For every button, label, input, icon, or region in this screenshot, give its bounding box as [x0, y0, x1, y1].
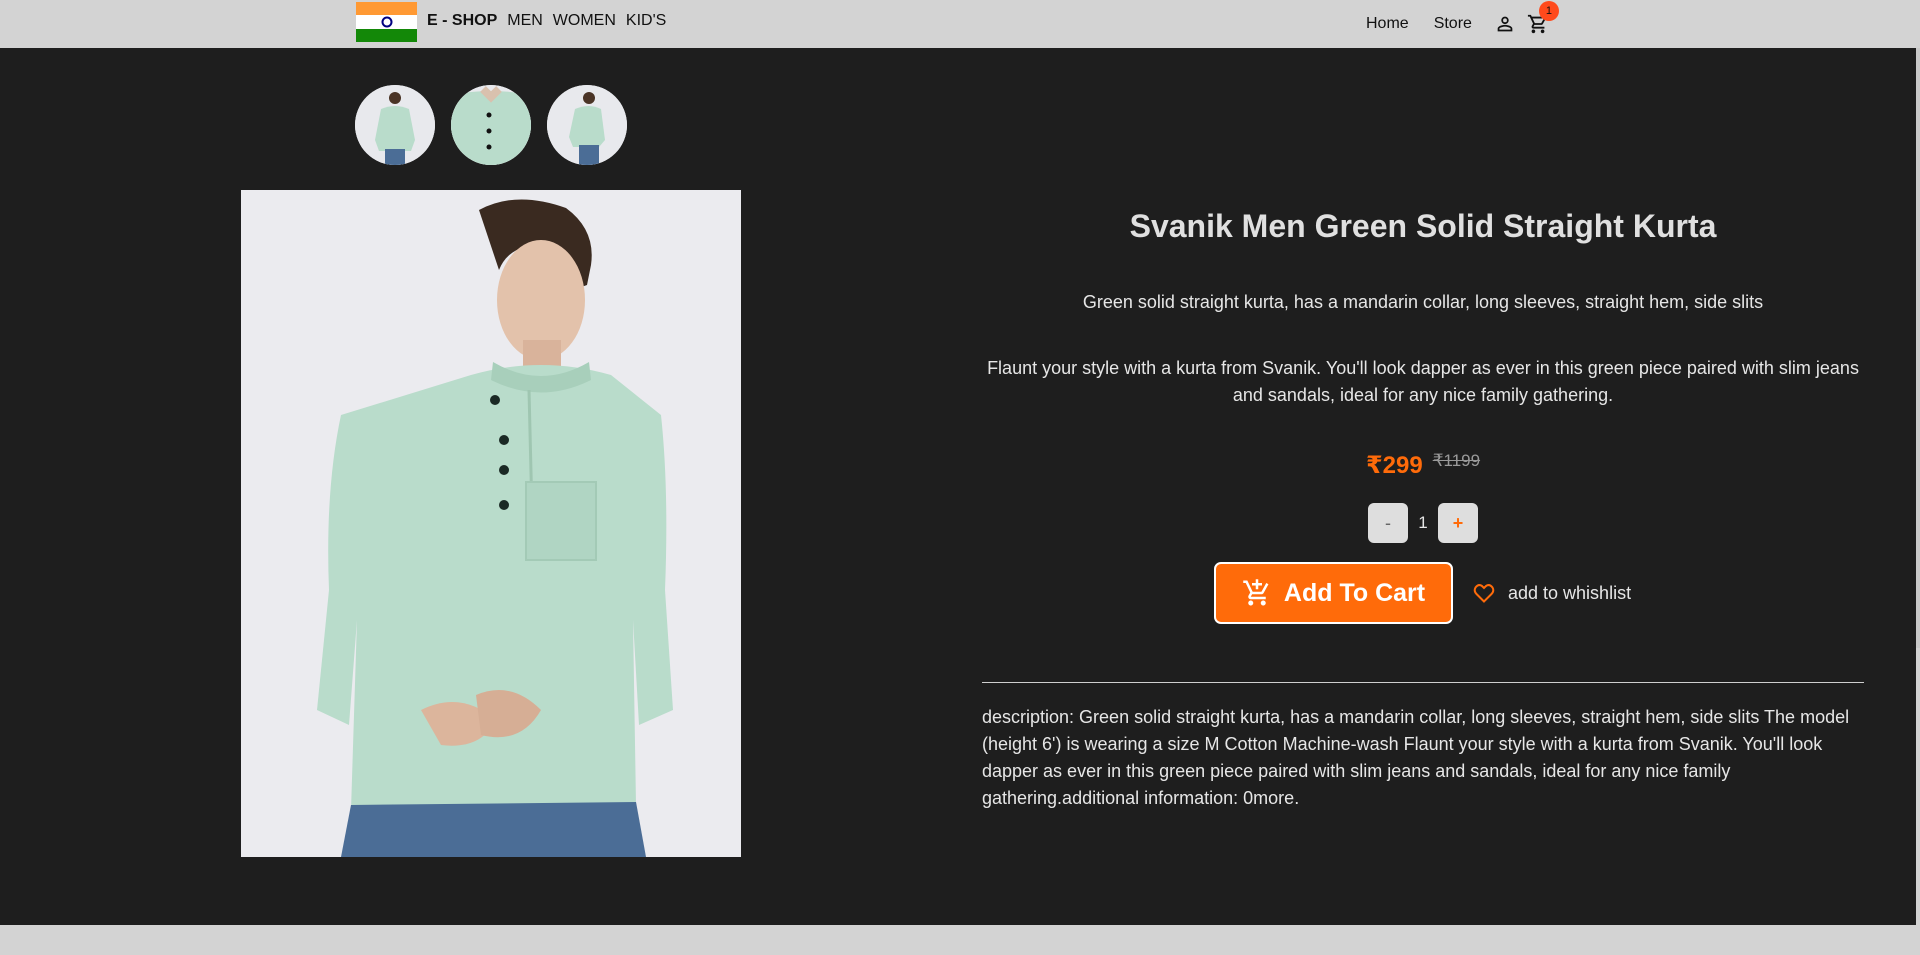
heart-icon [1473, 584, 1495, 603]
thumbnail-3[interactable] [547, 85, 627, 165]
original-price: ₹1199 [1432, 451, 1481, 470]
thumbnail-list [355, 85, 627, 165]
top-navbar: E - SHOP MEN WOMEN KID'S Home Store 1 [0, 0, 1920, 48]
product-title: Svanik Men Green Solid Straight Kurta [1129, 208, 1717, 244]
price-block: ₹299 ₹1199 [982, 451, 1864, 480]
product-page: Svanik Men Green Solid Straight Kurta Gr… [0, 48, 1916, 925]
product-full-description: description: Green solid straight kurta,… [982, 707, 1850, 808]
quantity-value: 1 [1418, 513, 1428, 532]
wishlist-button[interactable]: add to whishlist [1472, 581, 1631, 605]
add-cart-icon [1243, 579, 1269, 606]
wishlist-label: add to whishlist [1508, 582, 1632, 603]
thumbnail-2[interactable] [451, 85, 531, 165]
india-flag-logo[interactable] [356, 2, 417, 42]
quantity-stepper: - 1 + [982, 503, 1864, 543]
product-long-description: Flaunt your style with a kurta from Svan… [987, 358, 1859, 405]
product-short-description: Green solid straight kurta, has a mandar… [1082, 292, 1764, 312]
add-to-cart-button[interactable]: Add To Cart [1214, 562, 1453, 624]
increment-button[interactable]: + [1438, 503, 1478, 543]
product-main-image [241, 190, 741, 857]
nav-right: Home Store 1 [1366, 1, 1559, 35]
nav-categories: E - SHOP MEN WOMEN KID'S [427, 12, 666, 30]
page-scrollbar[interactable] [1916, 48, 1920, 648]
nav-women[interactable]: WOMEN [553, 12, 616, 30]
nav-store-link[interactable]: Store [1434, 15, 1472, 33]
cart-count-badge: 1 [1538, 1, 1559, 21]
nav-home-link[interactable]: Home [1366, 15, 1409, 33]
nav-kids[interactable]: KID'S [626, 12, 666, 30]
decrement-button[interactable]: - [1368, 503, 1408, 543]
user-icon[interactable] [1494, 13, 1516, 35]
section-divider [982, 682, 1864, 683]
footer-strip [0, 925, 1920, 955]
brand-name[interactable]: E - SHOP [427, 12, 497, 30]
cart-button[interactable]: 1 [1527, 1, 1559, 35]
current-price: ₹299 [1365, 452, 1423, 479]
thumbnail-1[interactable] [355, 85, 435, 165]
action-row: Add To Cart add to whishlist [1214, 562, 1631, 624]
nav-men[interactable]: MEN [507, 12, 543, 30]
add-to-cart-label: Add To Cart [1283, 578, 1426, 607]
